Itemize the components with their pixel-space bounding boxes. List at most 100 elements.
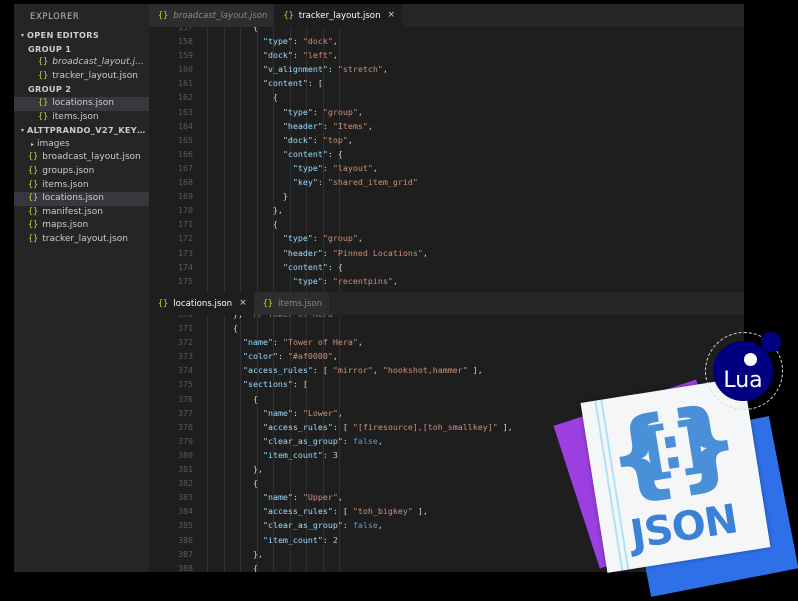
tree-item-broadcast-layout-json[interactable]: {} broadcast_layout.json: [14, 151, 149, 165]
code-line-text: }: [203, 191, 288, 202]
line-number: 373: [178, 351, 193, 362]
tree-item-label: images: [37, 138, 70, 149]
code-line[interactable]: 373 "color": "#af0000",: [149, 349, 744, 363]
tree-item-items-json[interactable]: {} items.json: [14, 179, 149, 193]
code-line[interactable]: 163 "type": "group",: [149, 105, 744, 119]
tree-item-label: GROUP 2: [28, 84, 72, 95]
tree-item-images[interactable]: ▸ images: [14, 138, 149, 152]
code-line-text: "v_alignment": "stretch",: [262, 64, 388, 75]
tree-item-locations-json[interactable]: {} locations.json: [14, 192, 149, 206]
code-line-text: "header": "Pinned Locations",: [282, 247, 428, 258]
code-line[interactable]: 167 "type": "layout",: [149, 161, 744, 175]
code-line[interactable]: 165 "dock": "top",: [149, 133, 744, 147]
tree-item-group-1[interactable]: GROUP 1: [14, 43, 149, 57]
code-line[interactable]: 159 "dock": "left",: [149, 48, 744, 62]
line-number: 388: [178, 562, 193, 572]
tree-item-label: maps.json: [42, 220, 89, 231]
json-file-icon: {}: [28, 233, 39, 244]
code-line[interactable]: 371 {: [149, 321, 744, 335]
code-line[interactable]: 164 "header": "Items",: [149, 119, 744, 133]
tree-item-locations-json[interactable]: {} locations.json: [14, 96, 149, 111]
code-line[interactable]: 176 "style": "wrap",: [149, 288, 744, 292]
explorer-sidebar: EXPLORER ▾ OPEN EDITORS GROUP 1 {} broadcast…: [14, 4, 149, 572]
tree-item-tracker-layout-json[interactable]: {} tracker_layout.json: [14, 233, 149, 247]
code-line-text: "dock": "left",: [262, 50, 338, 61]
code-line[interactable]: 174 "content": {: [149, 260, 744, 274]
line-number: 176: [149, 288, 193, 292]
tree-item-alttprando-v27-keysanity-li[interactable]: ▾ALTTPRANDO_V27_KEYSANITY_LI…: [14, 124, 149, 138]
line-number: 374: [178, 365, 193, 376]
chevron-down-icon[interactable]: ▾: [18, 124, 27, 138]
code-line[interactable]: 175 "type": "recentpins",: [149, 274, 744, 288]
tree-item-label: groups.json: [42, 165, 95, 176]
chevron-right-icon[interactable]: ▸: [28, 138, 37, 152]
code-line[interactable]: 169 }: [149, 189, 744, 203]
json-file-icon: {}: [158, 10, 169, 21]
chevron-down-icon[interactable]: ▾: [18, 29, 27, 43]
close-icon[interactable]: ×: [388, 11, 396, 20]
line-number: 173: [178, 247, 193, 258]
tree-item-items-json[interactable]: {} items.json: [14, 111, 149, 125]
tab-items-json[interactable]: {} items.json: [253, 292, 330, 315]
tree-item-open-editors[interactable]: ▾ OPEN EDITORS: [14, 29, 149, 43]
lua-logo-label: Lua: [723, 368, 763, 393]
line-number: 385: [178, 520, 193, 531]
tree-item-label: tracker_layout.json: [42, 233, 128, 244]
tree-item-label: items.json: [52, 111, 99, 122]
line-number: 160: [178, 64, 193, 75]
code-line[interactable]: 171 {: [149, 217, 744, 231]
line-number: 372: [178, 337, 193, 348]
line-number: 379: [178, 435, 193, 446]
code-line-text: "type": "recentpins",: [292, 275, 398, 286]
line-number: 376: [178, 393, 193, 404]
line-number: 161: [178, 78, 193, 89]
tree-item-manifest-json[interactable]: {} manifest.json: [14, 206, 149, 220]
tree-item-label: GROUP 1: [28, 43, 72, 54]
code-line[interactable]: 160 "v_alignment": "stretch",: [149, 62, 744, 76]
tab-label: broadcast_layout.json: [173, 10, 268, 21]
code-editor-tracker-layout[interactable]: 157 {158 "type": "dock", 159 "dock": "lef…: [149, 27, 744, 292]
lua-logo-highlight-dot: [744, 353, 757, 366]
tab-label: items.json: [277, 298, 323, 309]
tabbar-group-2[interactable]: {} locations.json × {} items.json: [149, 292, 744, 315]
code-line-text: {: [203, 27, 258, 32]
tree-item-label: locations.json: [42, 193, 104, 204]
lua-logo: Lua: [705, 332, 783, 410]
line-number: 162: [178, 92, 193, 103]
code-line[interactable]: 157 {: [149, 27, 744, 34]
line-number: 383: [178, 492, 193, 503]
line-number: 157: [178, 27, 193, 32]
line-number: 163: [178, 106, 193, 117]
tree-item-maps-json[interactable]: {} maps.json: [14, 219, 149, 233]
code-line[interactable]: 168 "key": "shared_item_grid": [149, 175, 744, 189]
code-line[interactable]: 173 "header": "Pinned Locations",: [149, 246, 744, 260]
screen: { "sidebar": { "title": "EXPLORER", "tre…: [0, 0, 798, 601]
json-file-icon: {}: [38, 57, 49, 68]
close-icon[interactable]: ×: [239, 299, 247, 308]
tab-tracker_layout-json[interactable]: {} tracker_layout.json ×: [274, 4, 403, 27]
code-line-text: "name": "Tower of Hera",: [242, 337, 363, 348]
code-line[interactable]: 170 },: [149, 203, 744, 217]
code-line[interactable]: 172 "type": "group",: [149, 231, 744, 245]
line-number: 170: [178, 205, 193, 216]
code-line-text: "type": "layout",: [292, 162, 378, 173]
code-line[interactable]: 158 "type": "dock",: [149, 34, 744, 48]
explorer-title: EXPLORER: [30, 12, 80, 22]
json-file-icon: {}: [28, 220, 39, 231]
tree-item-tracker-layout-json[interactable]: {} tracker_layout.json: [14, 70, 149, 84]
tree-item-group-2[interactable]: GROUP 2: [14, 83, 149, 97]
tree-item-broadcast-layout-json[interactable]: {} broadcast_layout.json: [14, 56, 149, 70]
line-number: 382: [178, 478, 193, 489]
code-line[interactable]: 166 "content": {: [149, 147, 744, 161]
file-tree[interactable]: ▾ OPEN EDITORS GROUP 1 {} broadcast_layout.j…: [14, 29, 149, 572]
line-number: 386: [178, 534, 193, 545]
code-line[interactable]: 161 "content": [: [149, 76, 744, 90]
code-line-text: "content": {: [282, 261, 343, 272]
tree-item-groups-json[interactable]: {} groups.json: [14, 165, 149, 179]
line-number: 171: [178, 219, 193, 230]
tabbar-group-1[interactable]: {} broadcast_layout.json {} tracker_layout.…: [149, 4, 744, 27]
tab-locations-json[interactable]: {} locations.json ×: [149, 292, 254, 315]
code-line[interactable]: 372 "name": "Tower of Hera",: [149, 335, 744, 349]
code-line[interactable]: 162 {: [149, 90, 744, 104]
tab-broadcast_layout-json[interactable]: {} broadcast_layout.json: [149, 4, 275, 27]
